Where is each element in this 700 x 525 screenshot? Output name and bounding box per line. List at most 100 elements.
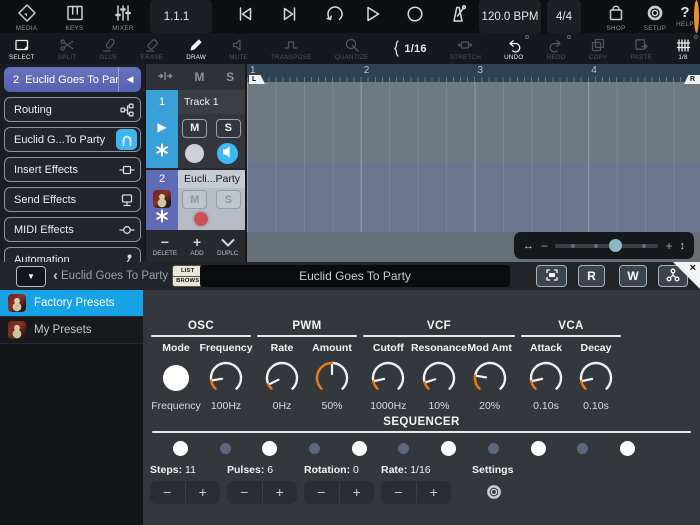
inspector-item-midi-effects[interactable]: MIDI Effects [4, 217, 141, 242]
metronome-button[interactable] [444, 0, 472, 33]
tool-quantize-value[interactable]: 1/16 [391, 40, 426, 57]
tool-glue[interactable]: GLUE [100, 36, 118, 61]
seq-step-3-active[interactable] [262, 441, 277, 456]
autoscroll-icon[interactable] [157, 68, 173, 87]
rewind-button[interactable] [231, 0, 259, 33]
tool-undo[interactable]: UNDO [504, 36, 523, 61]
preset-item-my-presets[interactable]: My Presets [0, 317, 143, 344]
delete-track-button[interactable]: −DELETE [153, 236, 178, 257]
horizontal-zoom-icon[interactable]: ↔ [523, 240, 534, 252]
tool-grid[interactable]: 1/8 [675, 36, 691, 61]
inspector-header[interactable]: 2 Euclid Goes To Party ◀ [4, 67, 141, 92]
collapse-inspector-button[interactable]: ◀ [118, 67, 141, 92]
inspector-item-automation[interactable]: Automation [4, 247, 141, 262]
record-button[interactable] [401, 0, 429, 33]
tool-paste[interactable]: PASTE [631, 36, 652, 61]
mod-amt-knob[interactable] [469, 357, 511, 399]
steps-increment-button[interactable]: + [185, 482, 221, 503]
decay-knob[interactable] [575, 357, 617, 399]
freeze-icon[interactable] [155, 143, 169, 162]
track1-lane[interactable] [247, 82, 700, 162]
resonance-knob[interactable] [418, 357, 460, 399]
time-signature-display[interactable]: 4/4 [547, 0, 581, 33]
arrange-timeline[interactable]: 1234 L R ↔ − + ↕ [245, 64, 700, 262]
track2-solo-button[interactable]: S [216, 190, 241, 209]
collapse-panel-button[interactable]: ▼ [16, 266, 46, 287]
cycle-button[interactable] [321, 0, 349, 33]
song-position-display[interactable]: 1.1.1 [150, 0, 212, 33]
list-browser-toggle[interactable]: LIST BROWS [172, 265, 203, 287]
forward-button[interactable] [276, 0, 304, 33]
track-row-2[interactable]: 2 Eucli...Party M S [146, 170, 245, 230]
media-button[interactable]: MEDIA [4, 0, 49, 33]
keys-button[interactable]: KEYS [52, 0, 97, 33]
tool-select[interactable]: SELECT [9, 36, 35, 61]
zoom-slider-thumb[interactable] [609, 239, 622, 252]
rate-knob[interactable] [261, 357, 303, 399]
seq-step-2-inactive[interactable] [220, 443, 231, 454]
rate-increment-button[interactable]: + [416, 482, 452, 503]
inspector-item-send-effects[interactable]: Send Effects [4, 187, 141, 212]
steps-decrement-button[interactable]: − [150, 482, 185, 503]
zoom-in-button[interactable]: + [665, 239, 672, 253]
track1-record-arm-button[interactable] [185, 144, 204, 163]
tool-transpose[interactable]: TRANSPOSE [271, 36, 312, 61]
inspector-item-routing[interactable]: Routing [4, 97, 141, 122]
settings-gear-icon[interactable] [484, 482, 504, 507]
preset-item-factory-presets[interactable]: Factory Presets [0, 290, 143, 317]
track2-record-arm-button[interactable] [192, 210, 210, 228]
mode-button[interactable] [155, 357, 197, 399]
tool-mute[interactable]: MUTE [229, 36, 248, 61]
seq-step-8-inactive[interactable] [488, 443, 499, 454]
track-monitor-icon[interactable]: ▶ [157, 120, 166, 134]
vertical-zoom-icon[interactable]: ↕ [680, 240, 686, 252]
tool-draw[interactable]: DRAW [186, 36, 206, 61]
zoom-out-button[interactable]: − [541, 239, 548, 253]
cutoff-knob[interactable] [367, 357, 409, 399]
attack-knob[interactable] [525, 357, 567, 399]
seq-step-9-active[interactable] [531, 441, 546, 456]
freeze-icon[interactable] [155, 209, 169, 228]
rate-decrement-button[interactable]: − [381, 482, 416, 503]
play-button[interactable] [358, 0, 386, 33]
track1-mute-button[interactable]: M [182, 119, 207, 138]
inspector-item-insert-effects[interactable]: Insert Effects [4, 157, 141, 182]
inspector-item-euclid-g-to-party[interactable]: Euclid G...To Party [4, 127, 141, 152]
instrument-avatar[interactable] [153, 190, 171, 208]
track2-mute-button[interactable]: M [182, 190, 207, 209]
track1-output-icon[interactable] [217, 143, 238, 164]
shop-button[interactable]: SHOP [596, 0, 636, 33]
global-solo-button[interactable]: S [226, 70, 234, 84]
zoom-slider[interactable] [555, 244, 658, 248]
breadcrumb[interactable]: ‹ Euclid Goes To Party [53, 270, 168, 282]
seq-step-4-inactive[interactable] [309, 443, 320, 454]
add-track-button[interactable]: +ADD [190, 236, 203, 257]
global-mute-button[interactable]: M [194, 70, 204, 84]
tool-quantize[interactable]: QUANTIZE [335, 36, 368, 61]
rotation-decrement-button[interactable]: − [304, 482, 339, 503]
track1-solo-button[interactable]: S [216, 119, 241, 138]
tool-erase[interactable]: ERASE [141, 36, 163, 61]
seq-step-1-active[interactable] [173, 441, 188, 456]
track-name[interactable]: Track 1 [178, 90, 245, 114]
automation-write-button[interactable]: W [619, 265, 647, 287]
seq-step-5-active[interactable] [352, 441, 367, 456]
duplicate-track-button[interactable]: DUPLC [217, 236, 238, 257]
frequency-knob[interactable] [205, 357, 247, 399]
expand-plugin-button[interactable] [536, 265, 567, 287]
track-name[interactable]: Eucli...Party [178, 170, 245, 188]
tempo-display[interactable]: 120.0 BPM [479, 0, 541, 33]
tool-split[interactable]: SPLIT [58, 36, 77, 61]
seq-step-10-inactive[interactable] [577, 443, 588, 454]
seq-step-7-active[interactable] [441, 441, 456, 456]
seq-step-6-inactive[interactable] [398, 443, 409, 454]
track-row-1[interactable]: 1 Track 1 ▶ M S [146, 90, 245, 168]
tool-stretch[interactable]: STRETCH [450, 36, 481, 61]
timeline-ruler[interactable]: 1234 [247, 64, 700, 82]
amount-knob[interactable] [311, 357, 353, 399]
rotation-increment-button[interactable]: + [339, 482, 375, 503]
mixer-button[interactable]: MIXER [100, 0, 146, 33]
pulses-increment-button[interactable]: + [262, 482, 298, 503]
pulses-decrement-button[interactable]: − [227, 482, 262, 503]
tool-copy[interactable]: COPY [589, 36, 608, 61]
